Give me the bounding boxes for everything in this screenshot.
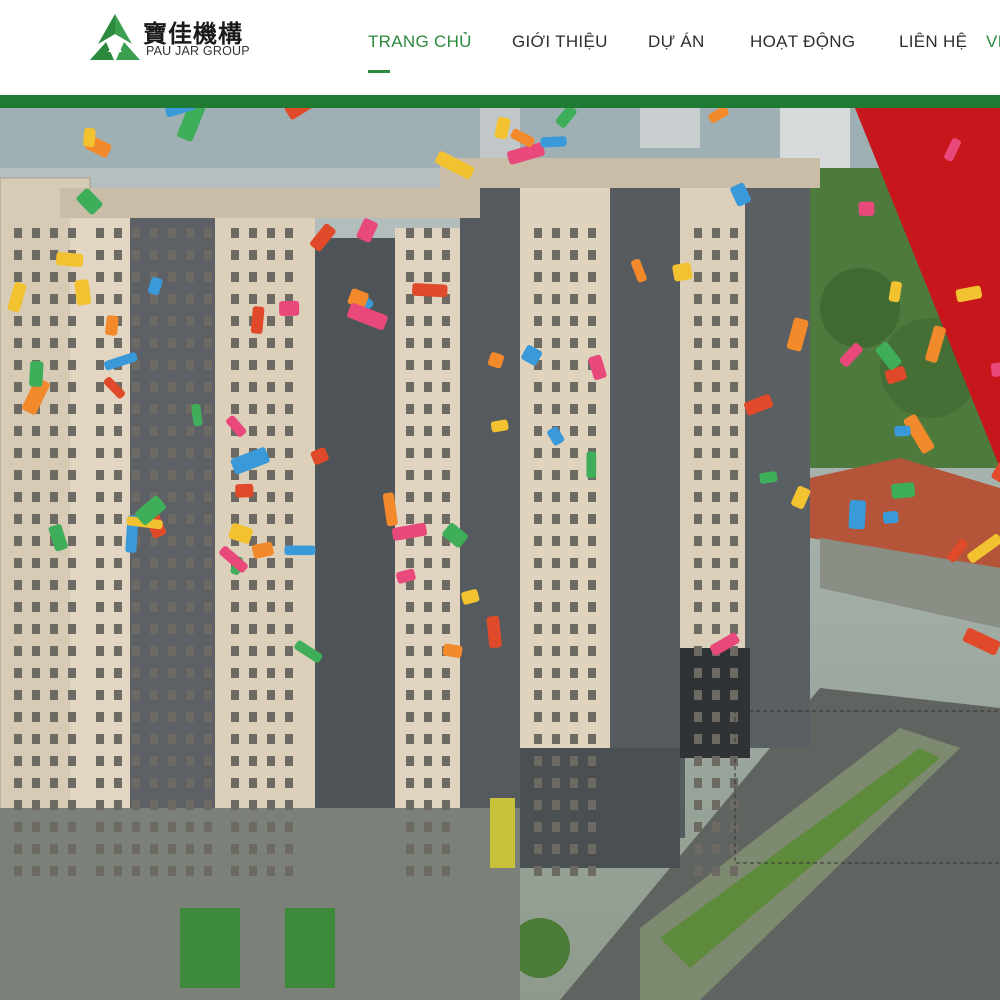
site-header: 寶佳機構 PAU JAR GROUP TRANG CHỦ GIỚI THIỆU … — [0, 0, 1000, 95]
nav-item-lien-he[interactable]: LIÊN HỆ — [899, 32, 967, 52]
nav-item-gioi-thieu[interactable]: GIỚI THIỆU — [512, 32, 608, 52]
header-divider-bar — [0, 95, 1000, 108]
nav-item-trang-chu[interactable]: TRANG CHỦ — [368, 32, 472, 52]
nav-item-hoat-dong[interactable]: HOẠT ĐỘNG — [750, 32, 855, 52]
main-navigation: TRANG CHỦ GIỚI THIỆU DỰ ÁN HOẠT ĐỘNG LIÊ… — [0, 32, 1000, 56]
nav-item-language-vi[interactable]: VI — [986, 32, 1000, 52]
active-nav-indicator — [368, 70, 390, 73]
nav-item-du-an[interactable]: DỰ ÁN — [648, 32, 705, 52]
hero-photo-apartment-towers — [0, 108, 1000, 1000]
hero-banner — [0, 108, 1000, 1000]
